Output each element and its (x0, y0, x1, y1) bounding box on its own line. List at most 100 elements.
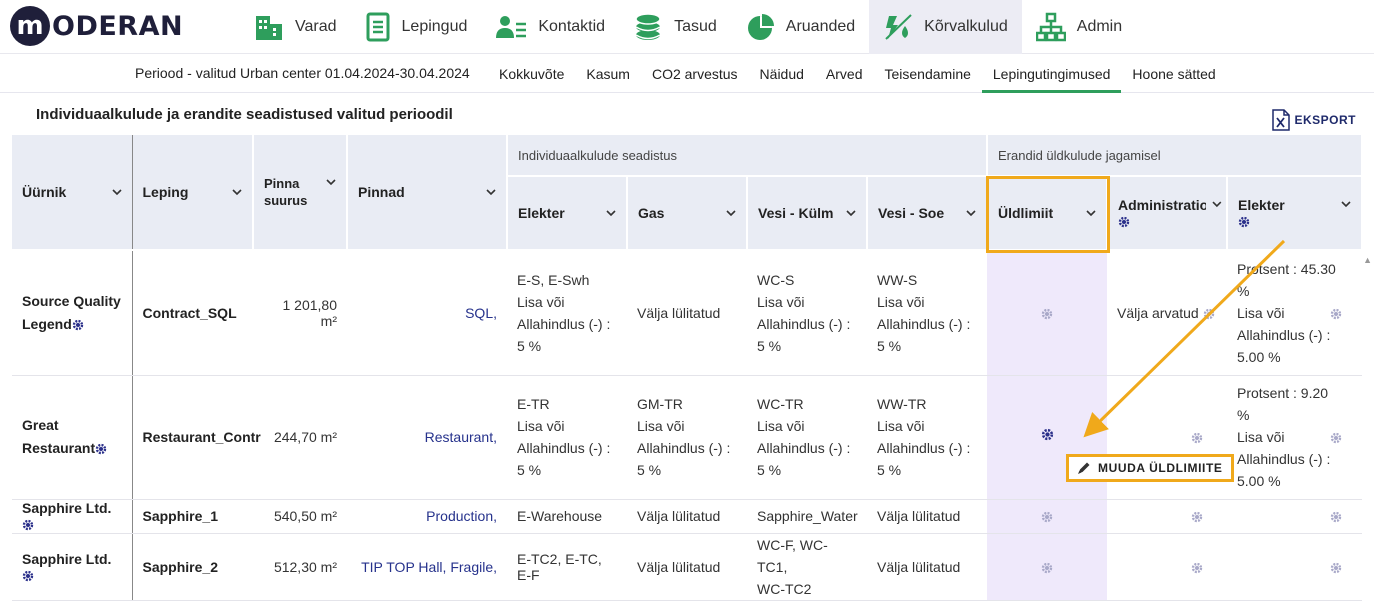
export-button[interactable]: EKSPORT (1272, 109, 1356, 131)
scroll-up-icon[interactable]: ▲ (1363, 255, 1372, 265)
nav-item-korvalkulud[interactable]: Kõrvalkulud (869, 0, 1022, 54)
coins-icon (635, 13, 661, 40)
cell-line: Allahindlus (-) : (517, 315, 611, 332)
header-label: Vesi - Soe (878, 205, 945, 221)
col-header-cold-water[interactable]: Vesi - Külm (747, 176, 868, 251)
cold-water-cell: WC-F, WC-TC1, WC-TC2 (747, 533, 867, 601)
cell-line: Lisa või (517, 293, 565, 310)
gear-icon[interactable] (1330, 562, 1342, 574)
tenant-cell[interactable]: Sapphire Ltd. (12, 533, 133, 601)
cell-line: WW-TR (877, 396, 927, 412)
hot-water-cell: WW-TR Lisa või Allahindlus (-) : 5 % (867, 375, 987, 500)
col-header-areas[interactable]: Pinnad (347, 135, 508, 251)
cell-line: Lisa või (877, 293, 925, 310)
nav-label: Varad (295, 18, 337, 35)
tenant-cell[interactable]: Sapphire Ltd. (12, 499, 133, 534)
table-row: Sapphire Ltd. Sapphire_2 512,30 m² TIP T… (12, 533, 1363, 601)
chevron-down-icon (486, 188, 496, 195)
tab-kasum[interactable]: Kasum (575, 55, 641, 93)
table-row: Sapphire Ltd. Sapphire_1 540,50 m² Produ… (12, 499, 1363, 534)
gear-icon[interactable] (1041, 511, 1053, 523)
area-size-cell: 512,30 m² (253, 533, 347, 601)
cell-line: Protsent : 45.30 (1237, 260, 1336, 277)
general-limit-cell (987, 533, 1107, 601)
contract-cell[interactable]: Sapphire_1 (132, 499, 253, 534)
nav-item-tasud[interactable]: Tasud (619, 0, 731, 54)
nav-item-varad[interactable]: Varad (240, 0, 351, 54)
nav-label: Tasud (674, 18, 717, 35)
contract-cell[interactable]: Contract_SQL (132, 250, 253, 376)
period-selector[interactable]: Periood - valitud Urban center 01.04.202… (135, 65, 470, 81)
header-label: Üldlimiit (998, 205, 1054, 221)
tab-co2-arvestus[interactable]: CO2 arvestus (641, 55, 749, 93)
gear-icon[interactable] (1330, 511, 1342, 523)
nav-item-admin[interactable]: Admin (1022, 0, 1136, 54)
gear-icon[interactable] (1041, 428, 1054, 441)
gear-icon[interactable] (95, 443, 107, 455)
main-content: Individuaalkulude ja erandite seadistuse… (12, 96, 1374, 601)
gear-icon[interactable] (1330, 432, 1342, 444)
tooltip-label: MUUDA ÜLDLIMIITE (1098, 461, 1223, 475)
areas-cell[interactable]: SQL, (347, 250, 507, 376)
settings-table: Üürnik Leping Pinna suurus Pinnad Individ… (12, 135, 1364, 601)
moderan-logo[interactable]: m ODERAN (10, 6, 183, 46)
hot-water-cell: WW-S Lisa või Allahindlus (-) : 5 % (867, 250, 987, 376)
tenant-cell[interactable]: Great Restaurant (12, 375, 133, 500)
chevron-down-icon (966, 209, 976, 216)
electricity-cell: E-S, E-Swh Lisa või Allahindlus (-) : 5 % (507, 250, 627, 376)
col-header-administration[interactable]: Administratio (1107, 176, 1228, 251)
gear-icon[interactable] (1191, 432, 1203, 444)
gear-icon[interactable] (1238, 216, 1250, 228)
cell-line: WW-S (877, 271, 918, 288)
gear-icon[interactable] (1041, 562, 1053, 574)
col-header-tenant[interactable]: Üürnik (12, 135, 133, 251)
tab-arved[interactable]: Arved (815, 55, 874, 93)
gear-icon[interactable] (22, 519, 34, 531)
col-header-area-size[interactable]: Pinna suurus (253, 135, 348, 251)
gear-icon[interactable] (1191, 511, 1203, 523)
areas-cell[interactable]: TIP TOP Hall, Fragile, (347, 533, 507, 601)
nav-item-aruanded[interactable]: Aruanded (731, 0, 869, 54)
table-row: Source Quality Legend Contract_SQL 1 201… (12, 250, 1363, 376)
areas-cell[interactable]: Restaurant, (347, 375, 507, 500)
nav-label: Aruanded (785, 18, 856, 35)
gear-icon[interactable] (1203, 308, 1215, 320)
utilities-icon (885, 14, 912, 40)
col-header-electricity-exception[interactable]: Elekter (1227, 176, 1364, 251)
gear-icon[interactable] (1191, 562, 1203, 574)
contract-cell[interactable]: Sapphire_2 (132, 533, 253, 601)
gear-icon[interactable] (1330, 308, 1342, 320)
chevron-down-icon (1212, 201, 1222, 208)
gear-icon[interactable] (72, 319, 84, 331)
nav-item-lepingud[interactable]: Lepingud (351, 0, 482, 54)
col-header-general-limit[interactable]: Üldlimiit (987, 176, 1108, 251)
edit-general-limit-tooltip[interactable]: MUUDA ÜLDLIMIITE (1066, 454, 1234, 482)
col-header-electricity[interactable]: Elekter (507, 176, 628, 251)
tab-lepingutingimused[interactable]: Lepingutingimused (981, 55, 1122, 93)
gear-icon[interactable] (1041, 308, 1053, 320)
tab-kokkuvote[interactable]: Kokkuvõte (488, 55, 575, 93)
contract-cell[interactable]: Restaurant_Contr (132, 375, 261, 500)
group-header-individual: Individuaalkulude seadistus (507, 135, 988, 177)
tab-hoone-satted[interactable]: Hoone sätted (1121, 55, 1226, 93)
col-header-gas[interactable]: Gas (627, 176, 748, 251)
cell-line: 5 % (757, 337, 782, 354)
cell-line: Allahindlus (-) : (1237, 451, 1331, 467)
electricity-exception-cell: Protsent : 45.30% Lisa või Allahindlus (-)… (1227, 250, 1363, 376)
col-header-hot-water[interactable]: Vesi - Soe (867, 176, 988, 251)
nav-item-kontaktid[interactable]: Kontaktid (481, 0, 619, 54)
gear-icon[interactable] (22, 570, 34, 582)
areas-cell[interactable]: Production, (347, 499, 507, 534)
tab-teisendamine[interactable]: Teisendamine (874, 55, 982, 93)
group-header-exceptions: Erandid üldkulude jagamisel (987, 135, 1364, 177)
cold-water-cell: WC-TR Lisa või Allahindlus (-) : 5 % (747, 375, 867, 500)
tenant-cell[interactable]: Source Quality Legend (12, 250, 133, 376)
header-label: Administratio (1118, 197, 1207, 213)
tenant-name: Sapphire Ltd. (22, 550, 112, 567)
electricity-exception-cell (1227, 499, 1363, 534)
cell-line: 5 % (877, 462, 902, 478)
cell-line: Allahindlus (-) : (517, 440, 611, 456)
gear-icon[interactable] (1118, 216, 1130, 228)
col-header-contract[interactable]: Leping (132, 135, 254, 251)
tab-naidud[interactable]: Näidud (749, 55, 815, 93)
